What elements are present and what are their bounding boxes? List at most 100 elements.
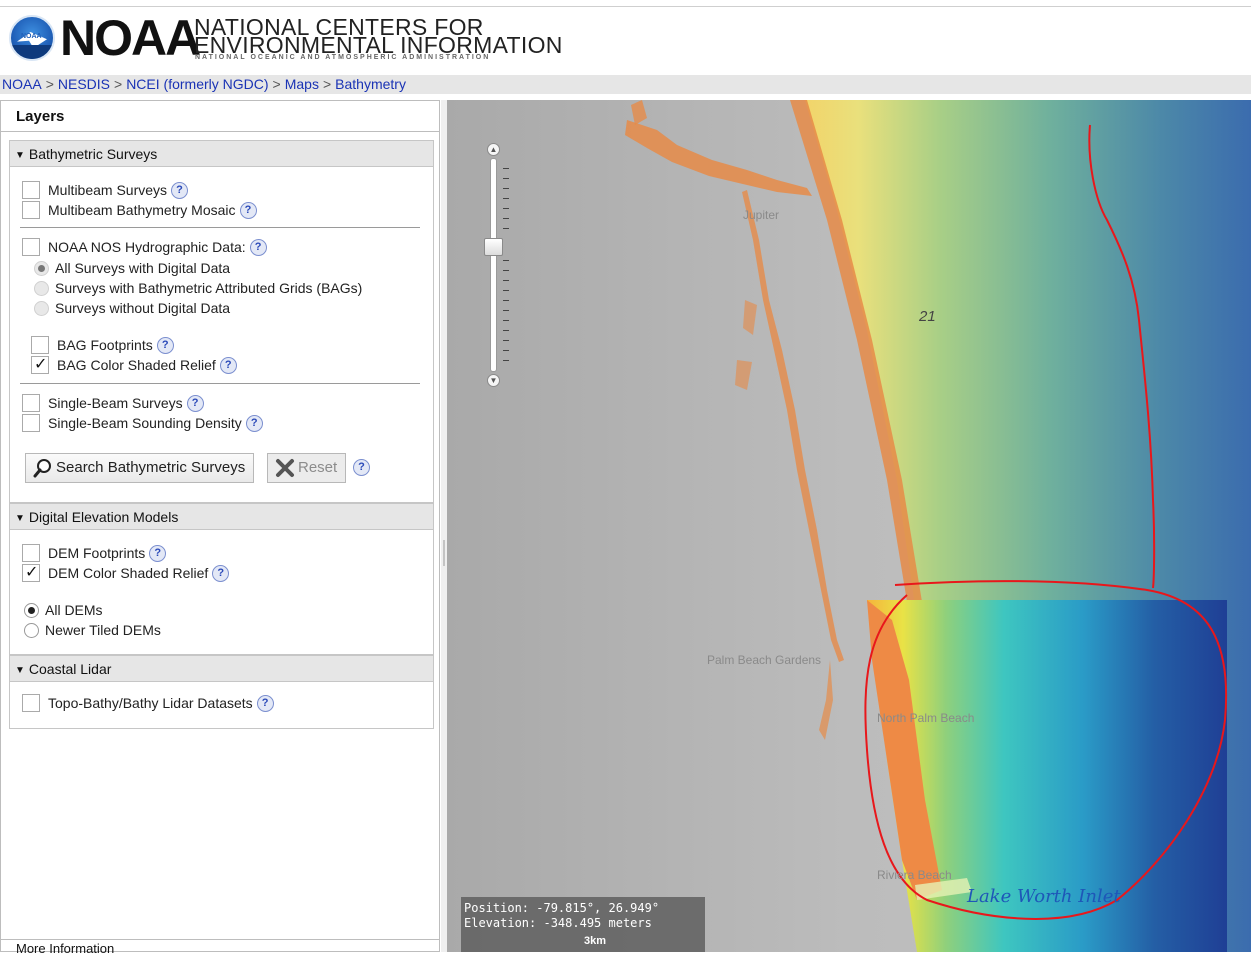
breadcrumb-ncei[interactable]: NCEI (formerly NGDC) xyxy=(126,76,268,92)
help-icon[interactable]: ? xyxy=(249,238,267,256)
dem-relief-checkbox[interactable] xyxy=(22,563,40,583)
nos-hydro-checkbox[interactable] xyxy=(22,238,40,257)
help-icon[interactable]: ? xyxy=(256,694,274,712)
noaa-wordmark[interactable]: NOAA xyxy=(60,13,201,63)
newer-dems-radio[interactable] xyxy=(24,622,39,638)
multibeam-mosaic-checkbox[interactable] xyxy=(22,201,40,220)
zoom-tick xyxy=(503,208,509,209)
radio-label: Surveys without Digital Data xyxy=(55,300,231,316)
button-label: Reset xyxy=(298,459,338,476)
radio-row-no-digital: Surveys without Digital Data xyxy=(34,298,230,318)
elevation-text: Elevation: -348.495 meters xyxy=(464,916,652,930)
help-icon[interactable]: ? xyxy=(219,356,237,374)
topo-bathy-checkbox[interactable] xyxy=(22,694,40,713)
section-title: Bathymetric Surveys xyxy=(28,146,158,162)
search-bathymetric-button[interactable]: Search Bathymetric Surveys xyxy=(25,453,255,483)
help-icon[interactable]: ? xyxy=(171,181,189,199)
splitter-grip-handle[interactable] xyxy=(443,540,445,566)
radio-row-all-digital: All Surveys with Digital Data xyxy=(34,258,230,278)
help-icon[interactable]: ? xyxy=(156,336,174,354)
help-icon[interactable]: ? xyxy=(353,459,370,476)
more-information-header[interactable]: More Information xyxy=(1,939,439,953)
bags-radio[interactable] xyxy=(34,280,49,296)
single-beam-checkbox[interactable] xyxy=(22,394,40,413)
zoom-tick xyxy=(503,320,509,321)
zoom-tick xyxy=(503,178,509,179)
zoom-tick xyxy=(503,310,509,311)
layers-panel: Layers ▼ Bathymetric Surveys Multibeam Su… xyxy=(0,100,440,953)
breadcrumb-separator: > xyxy=(114,76,123,92)
zoom-in-button[interactable]: ▲ xyxy=(487,143,500,156)
layer-row-topo-bathy: Topo-Bathy/Bathy Lidar Datasets? xyxy=(22,693,274,713)
bag-relief-checkbox[interactable] xyxy=(31,355,49,375)
help-icon[interactable]: ? xyxy=(186,394,204,412)
radio-row-bags: Surveys with Bathymetric Attributed Grid… xyxy=(34,278,362,298)
breadcrumb-separator: > xyxy=(45,76,54,92)
section-header-bathymetric[interactable]: ▼ Bathymetric Surveys xyxy=(9,140,434,167)
layers-accordion: ▼ Bathymetric Surveys Multibeam Surveys? … xyxy=(9,140,434,729)
caret-down-icon: ▼ xyxy=(15,150,25,161)
dem-footprints-checkbox[interactable] xyxy=(22,544,40,563)
breadcrumb-nesdis[interactable]: NESDIS xyxy=(58,76,110,92)
section-header-lidar[interactable]: ▼ Coastal Lidar xyxy=(9,655,434,682)
layer-row-dem-relief: DEM Color Shaded Relief? xyxy=(22,563,230,583)
zoom-tick xyxy=(503,340,509,341)
zoom-tick xyxy=(503,260,509,261)
site-header: NOAA NOAA NATIONAL CENTERS FOR ENVIRONME… xyxy=(0,7,1251,75)
zoom-out-button[interactable]: ▼ xyxy=(487,374,500,387)
zoom-tick xyxy=(503,330,509,331)
zoom-tick xyxy=(503,188,509,189)
magnifier-icon xyxy=(33,459,51,478)
noaa-logo-icon[interactable]: NOAA xyxy=(9,15,55,61)
section-header-dem[interactable]: ▼ Digital Elevation Models xyxy=(9,503,434,530)
radio-label: Newer Tiled DEMs xyxy=(45,622,161,638)
scale-bar-label: 3km xyxy=(584,935,607,947)
position-readout: Position: -79.815°, 26.949° Elevation: -… xyxy=(461,897,705,952)
zoom-tick xyxy=(503,280,509,281)
single-beam-density-checkbox[interactable] xyxy=(22,414,40,433)
help-icon[interactable]: ? xyxy=(245,414,263,432)
breadcrumb-noaa[interactable]: NOAA xyxy=(2,76,42,92)
layer-label: Multibeam Bathymetry Mosaic xyxy=(48,202,236,218)
radio-label: Surveys with Bathymetric Attributed Grid… xyxy=(55,280,363,296)
section-title: Digital Elevation Models xyxy=(28,509,179,525)
zoom-tick xyxy=(503,270,509,271)
layer-label: BAG Footprints xyxy=(57,337,153,353)
zoom-tick xyxy=(503,228,509,229)
ncei-title-line2: ENVIRONMENTAL INFORMATION xyxy=(194,32,563,58)
zoom-slider-track[interactable] xyxy=(490,158,497,372)
breadcrumb-maps[interactable]: Maps xyxy=(285,76,319,92)
layer-label: DEM Footprints xyxy=(48,545,146,561)
divider xyxy=(20,227,420,228)
zoom-slider-thumb[interactable] xyxy=(484,238,503,256)
section-body-dem: DEM Footprints? DEM Color Shaded Relief?… xyxy=(9,530,434,655)
layer-row-bag-footprints: BAG Footprints? xyxy=(31,335,174,355)
ncei-subtitle: NATIONAL OCEANIC AND ATMOSPHERIC ADMINIS… xyxy=(195,54,491,61)
help-icon[interactable]: ? xyxy=(212,564,230,582)
no-digital-radio[interactable] xyxy=(34,300,49,316)
section-title: Coastal Lidar xyxy=(28,661,112,677)
map-label-lake-worth-inlet: Lake Worth Inlet xyxy=(967,886,1121,907)
breadcrumb-bathymetry[interactable]: Bathymetry xyxy=(335,76,406,92)
divider xyxy=(20,383,420,384)
all-digital-radio[interactable] xyxy=(34,260,49,276)
multibeam-surveys-checkbox[interactable] xyxy=(22,181,40,200)
all-dems-radio[interactable] xyxy=(24,602,39,618)
radio-row-all-dems: All DEMs xyxy=(24,600,103,620)
help-icon[interactable]: ? xyxy=(149,544,167,562)
position-text: Position: -79.815°, 26.949° xyxy=(464,901,660,915)
map-viewport[interactable]: ▲ ▼ Jupiter Palm Beach Gardens North Pal… xyxy=(447,100,1251,952)
map-canvas[interactable] xyxy=(447,100,1251,952)
help-icon[interactable]: ? xyxy=(239,201,257,219)
bag-footprints-checkbox[interactable] xyxy=(31,336,49,355)
close-x-icon xyxy=(276,459,294,477)
zoom-tick xyxy=(503,198,509,199)
layer-label: Multibeam Surveys xyxy=(48,182,168,198)
radio-label: All DEMs xyxy=(45,602,103,618)
breadcrumb: NOAA > NESDIS > NCEI (formerly NGDC) > Maps > Ba… xyxy=(0,75,1251,94)
zoom-tick xyxy=(503,360,509,361)
reset-button[interactable]: Reset xyxy=(267,453,347,483)
logo-circle-text: NOAA xyxy=(21,33,42,40)
zoom-tick xyxy=(503,300,509,301)
layers-panel-title: Layers xyxy=(1,101,439,132)
